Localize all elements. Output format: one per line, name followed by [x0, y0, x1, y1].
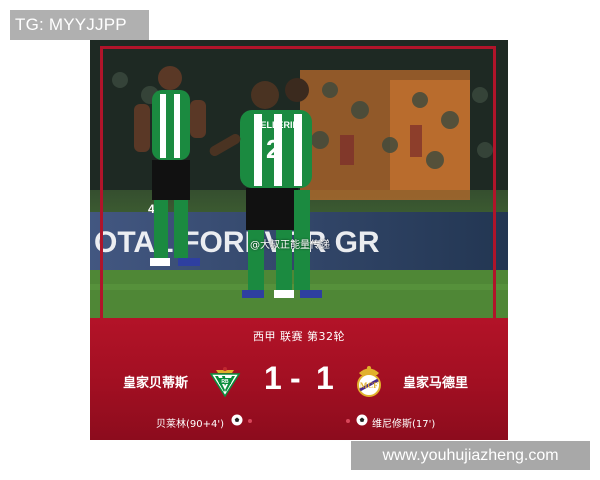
home-scorer: 贝莱林(90+4'): [156, 419, 225, 430]
watermark-url: www.youhujiazheng.com: [351, 441, 590, 470]
home-team-name: 皇家贝蒂斯: [123, 376, 189, 391]
match-photo: OTAL FOREVER GR 4 BELLERIN 2 @大叔正能量传递: [90, 40, 508, 318]
match-card: OTAL FOREVER GR 4 BELLERIN 2 @大叔正能量传递 西甲…: [90, 40, 508, 440]
real-betis-crest-icon: RB: [209, 367, 241, 398]
ad-board-text: OTAL FOREVER GR: [94, 226, 380, 259]
home-score: 1: [264, 360, 282, 396]
away-dot: [346, 419, 350, 423]
jersey-number-4: 4: [148, 202, 155, 216]
celebration-photo: OTAL FOREVER GR 4 BELLERIN 2: [90, 40, 508, 318]
score-separator: -: [290, 360, 301, 396]
league-round: 西甲 联赛 第32轮: [253, 330, 345, 343]
away-team-name: 皇家马德里: [403, 376, 469, 391]
soccer-ball-icon: [356, 414, 368, 426]
jersey-name: BELLERIN: [254, 120, 299, 130]
weibo-watermark: @大叔正能量传递: [250, 240, 330, 251]
watermark-tag: TG: MYYJJPP: [10, 10, 149, 40]
score-panel: 西甲 联赛 第32轮 皇家贝蒂斯 RB 1 - 1 MCF 皇家马德里 贝莱林(…: [90, 318, 508, 440]
away-scorer: 维尼修斯(17'): [372, 419, 436, 430]
away-score: 1: [316, 360, 334, 396]
home-dot: [248, 419, 252, 423]
jersey-number-2: 2: [266, 134, 280, 164]
svg-text:MCF: MCF: [360, 381, 378, 390]
svg-text:RB: RB: [221, 379, 229, 385]
real-madrid-crest-icon: MCF: [357, 366, 381, 397]
soccer-ball-icon: [231, 414, 243, 426]
